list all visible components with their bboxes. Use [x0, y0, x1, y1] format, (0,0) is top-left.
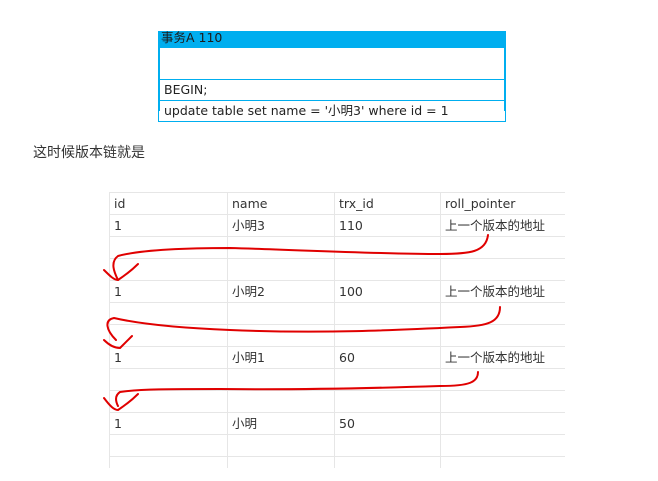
- box-left-border: [158, 48, 160, 111]
- table-cell: 小明: [232, 416, 258, 431]
- grid-line: [109, 390, 565, 391]
- table-cell: 1: [114, 350, 122, 365]
- grid-line: [109, 324, 565, 325]
- table-cell: 上一个版本的地址: [445, 350, 546, 365]
- transaction-box: 事务A 110 BEGIN; update table set name = '…: [158, 31, 506, 122]
- column-header-roll-pointer: roll_pointer: [445, 196, 516, 211]
- grid-line: [109, 192, 565, 193]
- column-header-trx-id: trx_id: [339, 196, 374, 211]
- column-header-name: name: [232, 196, 268, 211]
- grid-line: [109, 258, 565, 259]
- version-chain-table: id name trx_id roll_pointer 1 小明3 110 上一…: [109, 192, 565, 468]
- table-cell: 50: [339, 416, 355, 431]
- table-cell: 上一个版本的地址: [445, 218, 546, 233]
- table-cell: 100: [339, 284, 363, 299]
- transaction-header: 事务A 110: [158, 31, 506, 48]
- grid-line: [109, 214, 565, 215]
- grid-line: [109, 412, 565, 413]
- caption-text: 这时候版本链就是: [33, 145, 145, 161]
- grid-line: [109, 368, 565, 369]
- grid-line: [109, 192, 110, 468]
- table-cell: 110: [339, 218, 363, 233]
- grid-line: [334, 192, 335, 468]
- table-cell: 1: [114, 218, 122, 233]
- grid-line: [109, 346, 565, 347]
- table-cell: 1: [114, 284, 122, 299]
- column-header-id: id: [114, 196, 126, 211]
- table-cell: 60: [339, 350, 355, 365]
- table-cell: 小明3: [232, 218, 265, 233]
- table-cell: 小明2: [232, 284, 265, 299]
- sql-line-begin: BEGIN;: [158, 79, 506, 101]
- grid-line: [109, 434, 565, 435]
- table-cell: 小明1: [232, 350, 265, 365]
- grid-line: [109, 280, 565, 281]
- box-right-border: [504, 48, 506, 111]
- sql-line-update: update table set name = '小明3' where id =…: [158, 100, 506, 122]
- grid-line: [109, 236, 565, 237]
- table-cell: 1: [114, 416, 122, 431]
- grid-line: [109, 302, 565, 303]
- grid-line: [440, 192, 441, 468]
- grid-line: [109, 456, 565, 457]
- table-cell: 上一个版本的地址: [445, 284, 546, 299]
- grid-line: [227, 192, 228, 468]
